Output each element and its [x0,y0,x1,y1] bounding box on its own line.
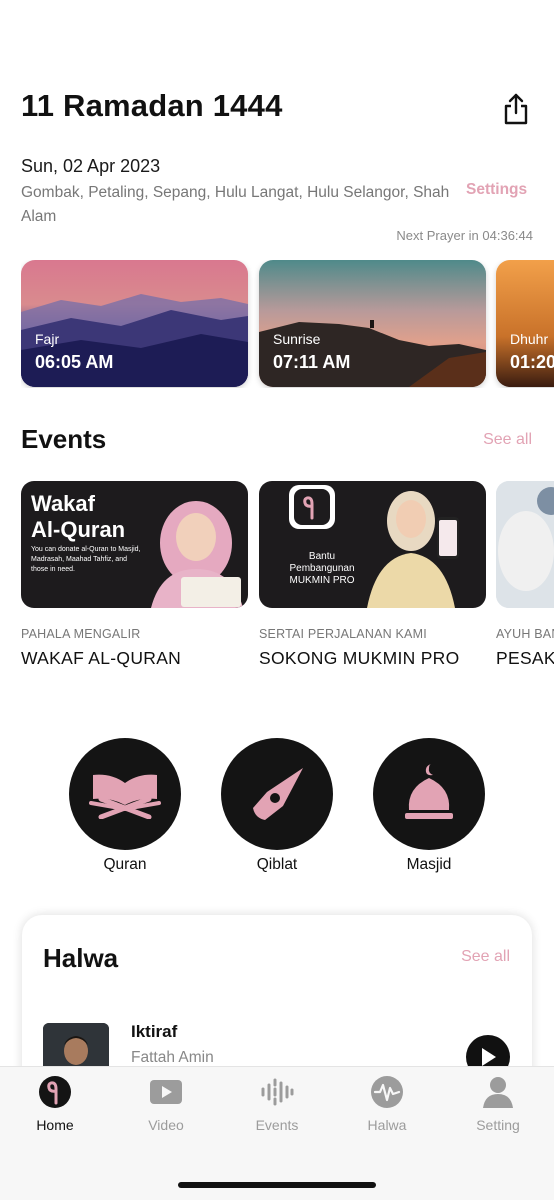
event-title[interactable]: WAKAF AL-QURAN [21,648,181,669]
tab-label: Home [36,1117,74,1133]
location-text: Gombak, Petaling, Sepang, Hulu Langat, H… [21,184,450,225]
feature-quran[interactable]: Quran [69,738,181,874]
tab-label: Setting [476,1117,520,1133]
audio-wave-icon [261,1078,294,1106]
tab-events[interactable]: Events [232,1075,322,1133]
halwa-section-title: Halwa [43,943,119,973]
masjid-circle[interactable] [373,738,485,850]
tab-home[interactable]: Home [10,1075,100,1133]
feature-label: Quran [103,856,147,873]
prayer-name: Fajr [35,331,60,347]
mukmin-person-image [367,491,459,608]
person-icon [483,1077,513,1108]
feature-qiblat[interactable]: Qiblat [221,738,333,874]
event-kicker: AYUH BAN [496,627,554,641]
tab-label: Events [255,1117,299,1133]
gregorian-date: Sun, 02 Apr 2023 [21,156,161,176]
tab-label: Halwa [367,1117,407,1133]
events-see-all-link[interactable]: See all [483,431,532,449]
event-title[interactable]: SOKONG MUKMIN PRO [259,648,460,669]
compass-icon [253,768,303,820]
feature-label: Masjid [406,856,452,873]
bottom-tab-bar: Home Video Events Halwa Setting [0,1066,554,1200]
track-title[interactable]: Iktiraf [131,1022,177,1042]
settings-link[interactable]: Settings [466,181,527,199]
event-card-wakaf[interactable]: Wakaf Al-Quran You can donate al-Quran to… [21,481,248,608]
event-card-mukmin-pro[interactable]: Bantu Pembangunan MUKMIN PRO [259,481,486,608]
share-icon [504,93,528,125]
halwa-see-all-link[interactable]: See all [461,948,510,966]
tab-video[interactable]: Video [121,1075,211,1133]
prayer-name: Sunrise [273,331,321,347]
tab-label: Video [148,1117,184,1133]
feature-label: Qiblat [256,856,298,873]
feature-masjid[interactable]: Masjid [373,738,485,874]
prayer-name: Dhuhr [510,331,549,347]
next-prayer-countdown: Next Prayer in 04:36:44 [396,228,533,243]
waveform-circle-icon [371,1076,403,1108]
prayer-time: 01:20 [510,352,554,372]
play-icon [482,1048,496,1066]
tab-halwa[interactable]: Halwa [342,1075,432,1133]
share-button[interactable] [500,92,532,126]
mukmin-banner-text: Bantu Pembangunan MUKMIN PRO [289,551,355,586]
events-carousel[interactable]: Wakaf Al-Quran You can donate al-Quran to… [21,481,554,671]
tab-setting[interactable]: Setting [453,1075,543,1133]
prayer-card-sunrise[interactable]: Sunrise 07:11 AM [259,260,486,387]
track-artist: Fattah Amin [131,1049,214,1066]
video-play-icon [150,1080,182,1104]
qiblat-circle[interactable] [221,738,333,850]
quran-circle[interactable] [69,738,181,850]
wakaf-banner-heading: Wakaf Al-Quran [31,491,126,542]
events-section-title: Events [21,424,107,454]
prayer-card-dhuhr[interactable]: Dhuhr 01:20 [496,260,554,387]
home-indicator[interactable] [178,1182,376,1188]
event-title[interactable]: PESAKIT [496,648,554,669]
home-logo-icon [39,1076,71,1108]
quran-book-icon [89,774,161,819]
wakaf-banner-text: You can donate al-Quran to Masjid, Madra… [31,546,141,573]
prayer-time: 06:05 AM [35,352,114,372]
prayer-card-fajr[interactable]: Fajr 06:05 AM [21,260,248,387]
pesakit-image [496,481,554,608]
hijri-date-title: 11 Ramadan 1444 [21,88,283,123]
event-card-pesakit[interactable] [496,481,554,608]
event-kicker: SERTAI PERJALANAN KAMI [259,627,427,641]
prayer-time: 07:11 AM [273,352,351,372]
event-kicker: PAHALA MENGALIR [21,627,141,641]
mosque-dome-icon [405,764,453,819]
prayer-times-carousel[interactable]: Fajr 06:05 AM Sunrise 07:11 AM Dhuhr 01:… [21,260,554,388]
